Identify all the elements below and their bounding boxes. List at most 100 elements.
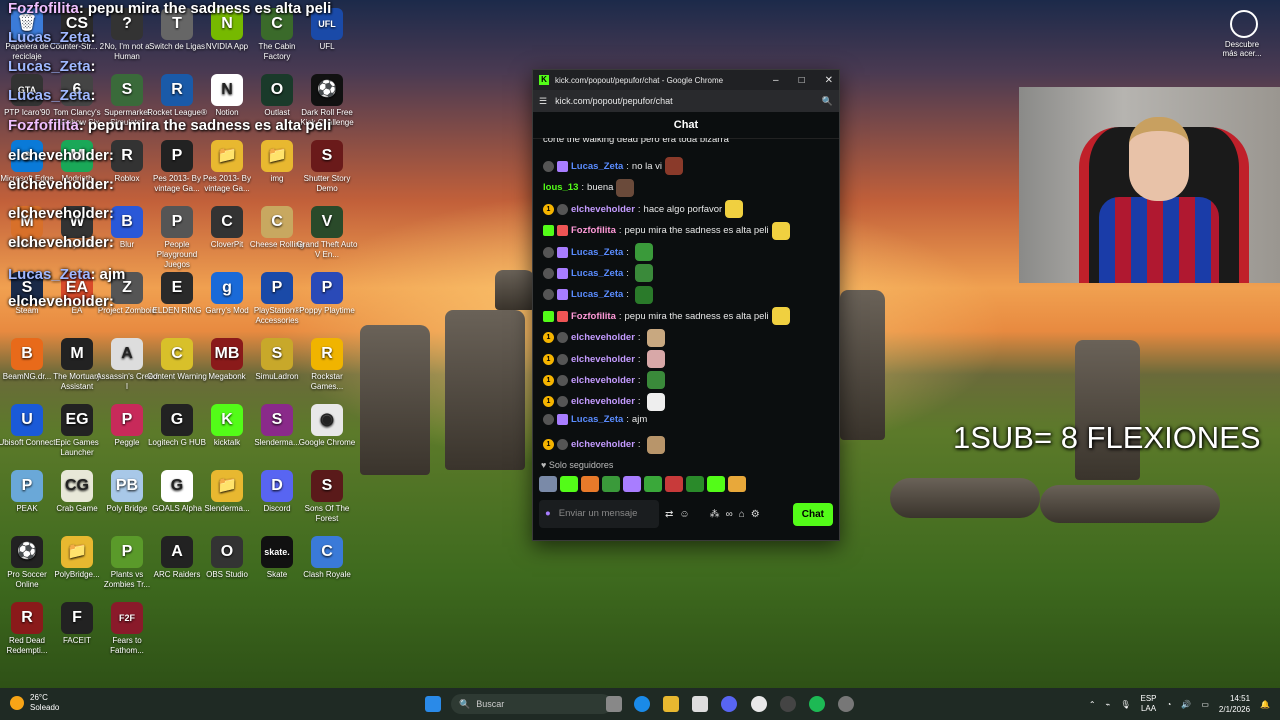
tier-badge-icon[interactable] xyxy=(543,289,554,301)
chat-message[interactable]: Lucas_Zeta: xyxy=(543,264,653,283)
emote-button[interactable] xyxy=(602,476,620,492)
file-explorer-icon[interactable] xyxy=(663,696,679,712)
zoom-icon[interactable]: 🔍 xyxy=(822,96,833,107)
chat-message[interactable]: 1 elcheveholder: xyxy=(543,435,665,454)
desktop-icon[interactable]: ◉ Google Chrome xyxy=(296,404,358,448)
emote-button[interactable] xyxy=(539,476,557,492)
store-icon[interactable]: ⌂ xyxy=(739,509,745,520)
window-titlebar[interactable]: K kick.com/popout/pepufor/chat - Google … xyxy=(533,70,839,90)
tier-badge-icon[interactable] xyxy=(543,414,554,426)
desktop-icon[interactable]: V Grand Theft Auto V En... xyxy=(296,206,358,260)
tier-badge-icon[interactable] xyxy=(557,353,568,365)
emote-image[interactable] xyxy=(646,350,665,368)
send-chat-button[interactable]: Chat xyxy=(792,502,833,526)
user-badge-icon[interactable] xyxy=(557,225,568,237)
desktop-icon[interactable]: F2F Fears to Fathom... xyxy=(96,602,158,656)
message-username[interactable]: lous_13 xyxy=(543,182,578,193)
minimize-button[interactable]: – xyxy=(773,75,779,86)
emote-button[interactable] xyxy=(560,476,578,492)
quick-emotes-row[interactable] xyxy=(539,476,746,492)
emote-image[interactable] xyxy=(771,307,790,326)
chat-messages[interactable]: corte the walking dead pero era toda biz… xyxy=(533,138,839,456)
maximize-button[interactable]: □ xyxy=(799,75,805,86)
founder-badge-icon[interactable] xyxy=(557,267,568,279)
network-icon[interactable]: ⌁ xyxy=(1106,700,1111,709)
wifi-icon[interactable]: ◔ xyxy=(1167,700,1172,709)
chat-message[interactable]: Lucas_Zeta: no la vi xyxy=(543,157,684,176)
desktop-icon[interactable]: S Shutter Story Demo xyxy=(296,140,358,194)
tier-badge-icon[interactable] xyxy=(557,332,568,344)
subscriber-badge-icon[interactable]: 1 xyxy=(543,439,554,451)
chat-input[interactable]: ● Enviar un mensaje xyxy=(539,500,659,528)
message-username[interactable]: Lucas_Zeta xyxy=(571,268,623,279)
emote-image[interactable] xyxy=(646,435,665,454)
chrome-taskbar-icon[interactable] xyxy=(751,696,767,712)
founder-badge-icon[interactable] xyxy=(557,414,568,426)
mic-icon[interactable]: ● xyxy=(545,509,551,519)
tier-badge-icon[interactable] xyxy=(543,246,554,258)
site-settings-icon[interactable]: ☰ xyxy=(539,96,547,107)
taskbar-search[interactable]: 🔍 Buscar xyxy=(451,694,612,714)
chat-message[interactable]: 1 elcheveholder: hace algo porfavor xyxy=(543,200,744,219)
chat-message[interactable]: Lucas_Zeta: xyxy=(543,243,653,261)
chat-message[interactable]: 1 elcheveholder: xyxy=(543,350,665,368)
infinity-icon[interactable]: ∞ xyxy=(726,509,733,520)
emote-image[interactable] xyxy=(665,157,684,176)
chevron-up-icon[interactable]: ⌃ xyxy=(1089,700,1096,709)
subscriber-badge-icon[interactable]: 1 xyxy=(543,396,554,408)
tier-badge-icon[interactable] xyxy=(557,396,568,408)
settings-taskbar-icon[interactable] xyxy=(838,696,854,712)
notifications-icon[interactable]: 🔔 xyxy=(1260,700,1270,709)
tier-badge-icon[interactable] xyxy=(557,439,568,451)
founder-badge-icon[interactable] xyxy=(557,160,568,172)
message-username[interactable]: elcheveholder xyxy=(571,204,635,215)
message-username[interactable]: Lucas_Zeta xyxy=(571,289,623,300)
og-badge-icon[interactable] xyxy=(543,310,554,322)
emote-image[interactable] xyxy=(646,392,665,411)
emoji-icon[interactable]: ☺ xyxy=(679,509,689,520)
message-username[interactable]: Lucas_Zeta xyxy=(571,161,623,172)
message-username[interactable]: Fozfofilita xyxy=(571,225,616,236)
start-icon[interactable] xyxy=(425,696,441,712)
tier-badge-icon[interactable] xyxy=(557,374,568,386)
obs-taskbar-icon[interactable] xyxy=(780,696,796,712)
spotify-taskbar-icon[interactable] xyxy=(809,696,825,712)
desktop-icon[interactable]: C Clash Royale xyxy=(296,536,358,580)
chat-message[interactable]: Fozfofilita: pepu mira the sadness es alt… xyxy=(543,221,790,240)
subscriber-badge-icon[interactable]: 1 xyxy=(543,203,554,215)
tier-badge-icon[interactable] xyxy=(543,160,554,172)
volume-icon[interactable]: 🔊 xyxy=(1181,700,1191,709)
desktop-icon[interactable]: S Sons Of The Forest xyxy=(296,470,358,524)
clock[interactable]: 14:51 2/1/2026 xyxy=(1219,693,1250,715)
task-view-icon[interactable] xyxy=(606,696,622,712)
founder-badge-icon[interactable] xyxy=(557,289,568,301)
chat-message[interactable]: 1 elcheveholder: xyxy=(543,392,665,411)
message-username[interactable]: Lucas_Zeta xyxy=(571,414,623,425)
message-username[interactable]: elcheveholder xyxy=(571,375,635,386)
discord-taskbar-icon[interactable] xyxy=(721,696,737,712)
emote-button[interactable] xyxy=(581,476,599,492)
language-indicator[interactable]: ESP LAA xyxy=(1141,694,1157,714)
chat-message[interactable]: Lucas_Zeta: xyxy=(543,285,653,304)
chat-message[interactable]: Fozfofilita: pepu mira the sadness es alt… xyxy=(543,307,790,326)
emote-image[interactable] xyxy=(634,285,653,304)
emote-button[interactable] xyxy=(728,476,746,492)
emote-button[interactable] xyxy=(623,476,641,492)
emote-image[interactable] xyxy=(634,243,653,261)
emote-button[interactable] xyxy=(644,476,662,492)
translate-icon[interactable]: ⇄ xyxy=(665,509,673,520)
tier-badge-icon[interactable] xyxy=(543,267,554,279)
emote-image[interactable] xyxy=(616,178,635,197)
store-app-icon[interactable] xyxy=(692,696,708,712)
emote-image[interactable] xyxy=(646,328,665,347)
message-username[interactable]: Fozfofilita xyxy=(571,311,616,322)
user-badge-icon[interactable] xyxy=(557,310,568,322)
message-username[interactable]: Lucas_Zeta xyxy=(571,247,623,258)
emote-image[interactable] xyxy=(646,371,665,390)
chat-message[interactable]: Lucas_Zeta: ajm xyxy=(543,414,647,426)
chat-message[interactable]: 1 elcheveholder: xyxy=(543,371,665,390)
subscriber-badge-icon[interactable]: 1 xyxy=(543,353,554,365)
chat-popout-window[interactable]: K kick.com/popout/pepufor/chat - Google … xyxy=(532,69,840,541)
message-username[interactable]: elcheveholder xyxy=(571,354,635,365)
chat-message[interactable]: corte the walking dead pero era toda biz… xyxy=(543,138,729,145)
